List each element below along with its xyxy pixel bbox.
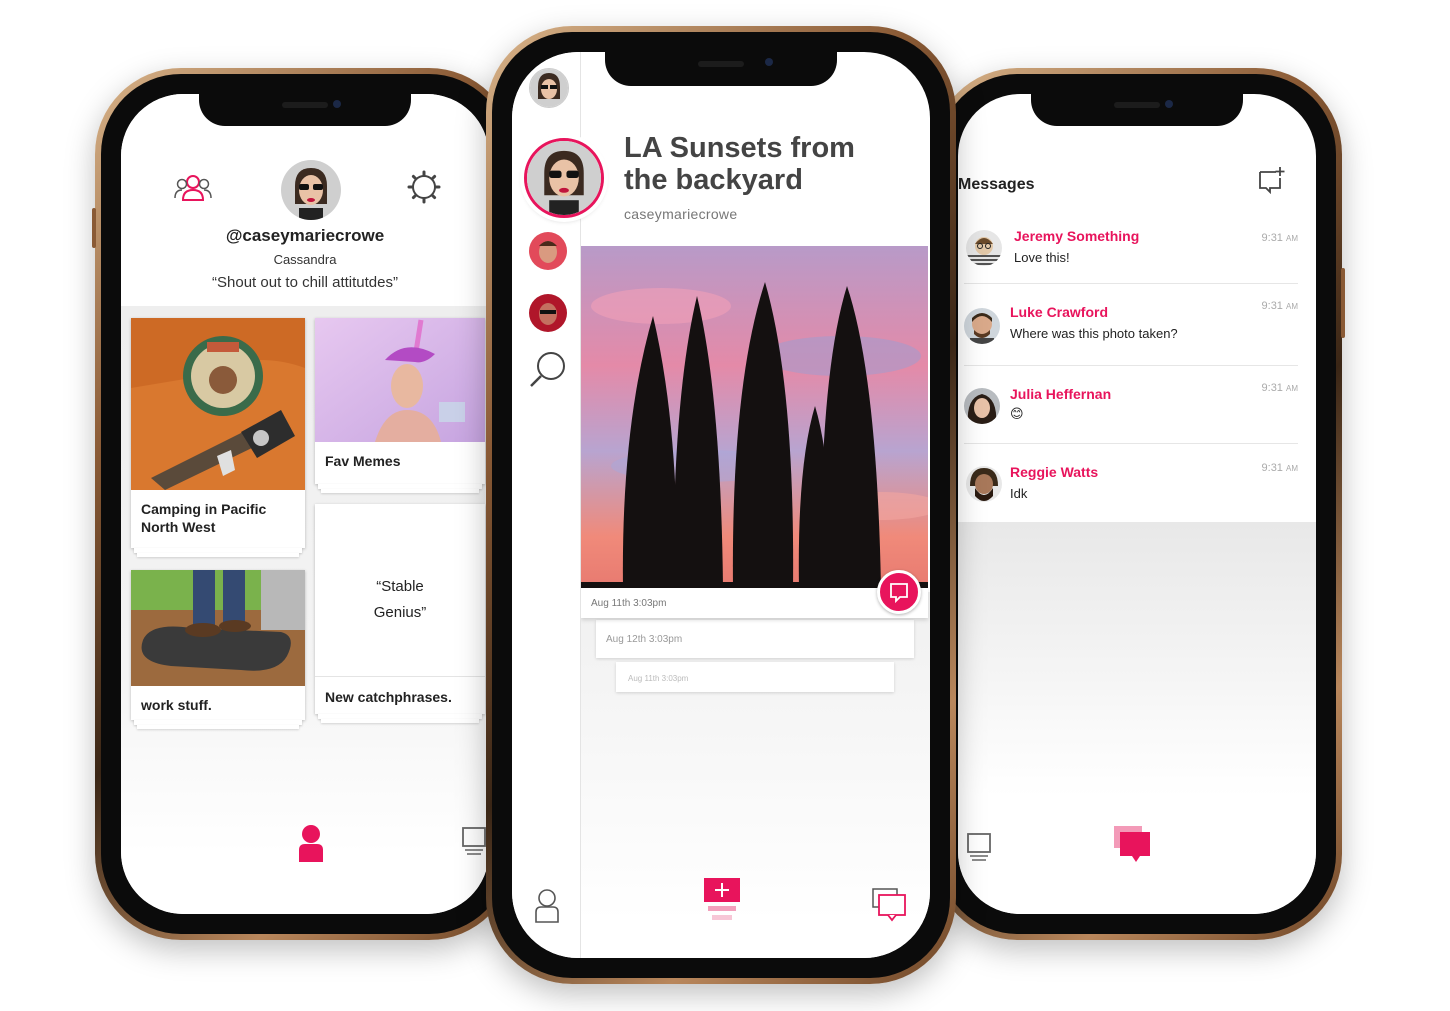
message-row[interactable]: Julia Heffernan 😊 9:31 AM <box>958 366 1298 444</box>
phone-feed: LA Sunsets from the backyard caseymariec… <box>486 26 956 984</box>
avatar <box>964 388 1000 424</box>
friends-rail <box>512 52 604 958</box>
feed-tab-icon[interactable] <box>966 832 992 862</box>
message-time: 9:31 AM <box>1261 382 1298 394</box>
profile-bio: “Shout out to chill attitutdes” <box>212 274 398 291</box>
messages-title: Messages <box>958 176 1035 193</box>
avatar[interactable] <box>529 68 569 108</box>
collections-grid: Camping in Pacific North West Fav Memes <box>121 306 489 914</box>
phone-profile: @caseymariecrowe Cassandra “Shout out to… <box>92 68 515 940</box>
search-icon[interactable] <box>528 350 568 390</box>
sender-name: Jeremy Something <box>1014 228 1140 244</box>
notch <box>1031 94 1243 126</box>
comment-icon <box>890 583 908 604</box>
bezel: Messages Jeremy Something Love this! 9:3… <box>938 74 1336 934</box>
message-preview: 😊 <box>1010 406 1024 421</box>
post-photo[interactable] <box>581 246 928 588</box>
sender-name: Luke Crawford <box>1010 304 1109 320</box>
collection-title: New catchphrases. <box>325 689 452 705</box>
tab-bar <box>121 804 489 914</box>
post-footer: Aug 11th 3:03pm <box>581 588 928 618</box>
message-time: 9:31 AM <box>1261 462 1298 474</box>
collection-title: Camping in Pacific North West <box>141 501 267 535</box>
profile-name: Cassandra <box>273 252 337 267</box>
avatar <box>964 308 1000 344</box>
message-preview: Where was this photo taken? <box>1010 326 1178 341</box>
avatar[interactable] <box>281 160 341 220</box>
stacked-post[interactable]: Aug 11th 3:03pm <box>616 662 894 692</box>
comment-button[interactable] <box>877 570 921 614</box>
post-author[interactable]: caseymariecrowe <box>624 206 737 222</box>
message-time: 9:31 AM <box>1261 300 1298 312</box>
collection-card[interactable]: work stuff. <box>131 570 305 729</box>
message-row[interactable]: Luke Crawford Where was this photo taken… <box>958 284 1298 366</box>
collection-card[interactable]: Camping in Pacific North West <box>131 318 305 557</box>
notch <box>199 94 411 126</box>
post-title: LA Sunsets from the backyard <box>624 132 855 196</box>
avatar[interactable] <box>529 232 567 270</box>
message-row[interactable]: Reggie Watts Idk 9:31 AM <box>958 444 1298 522</box>
message-time: 9:31 AM <box>1261 232 1298 244</box>
avatar <box>966 466 1002 502</box>
avatar[interactable] <box>529 294 567 332</box>
profile-screen: @caseymariecrowe Cassandra “Shout out to… <box>121 94 489 914</box>
message-preview: Idk <box>1010 486 1028 501</box>
notch <box>605 52 837 86</box>
post-timestamp: Aug 11th 3:03pm <box>628 674 689 683</box>
collection-quote: “Stable Genius” <box>373 578 427 621</box>
side-button <box>1341 268 1345 338</box>
collection-title: work stuff. <box>141 697 212 713</box>
sender-name: Reggie Watts <box>1010 464 1099 480</box>
collection-card[interactable]: Fav Memes <box>315 318 485 493</box>
collection-thumbnail <box>131 318 305 490</box>
message-row[interactable]: Jeremy Something Love this! 9:31 AM <box>958 212 1298 284</box>
side-button <box>92 208 96 248</box>
feed-screen: LA Sunsets from the backyard caseymariec… <box>512 52 930 958</box>
collection-thumbnail <box>315 318 485 442</box>
profile-tab-icon[interactable] <box>297 824 325 862</box>
gear-icon[interactable] <box>407 170 441 204</box>
collection-title: Fav Memes <box>325 453 401 469</box>
messages-footer <box>958 522 1316 914</box>
sender-name: Julia Heffernan <box>1010 386 1112 402</box>
feed-tab-icon[interactable] <box>461 826 487 856</box>
avatar-selected[interactable] <box>524 138 604 218</box>
people-icon[interactable] <box>173 172 213 202</box>
post-timestamp: Aug 11th 3:03pm <box>591 598 667 609</box>
messages-screen: Messages Jeremy Something Love this! 9:3… <box>958 94 1316 914</box>
profile-handle: @caseymariecrowe <box>225 226 385 245</box>
message-preview: Love this! <box>1014 250 1070 265</box>
messages-tab-icon[interactable] <box>872 888 908 922</box>
collection-thumbnail <box>131 570 305 686</box>
collection-card[interactable]: “Stable Genius” New catchphrases. <box>315 504 485 723</box>
profile-tab-icon[interactable] <box>534 888 560 924</box>
message-list: Jeremy Something Love this! 9:31 AM Luke… <box>958 212 1316 522</box>
phone-messages: Messages Jeremy Something Love this! 9:3… <box>932 68 1345 940</box>
messages-tab-icon[interactable] <box>1114 826 1154 864</box>
avatar <box>966 230 1002 266</box>
bezel: LA Sunsets from the backyard caseymariec… <box>492 32 950 978</box>
post-timestamp: Aug 12th 3:03pm <box>606 634 683 645</box>
create-post-button[interactable] <box>702 878 742 924</box>
stacked-post[interactable]: Aug 12th 3:03pm <box>596 620 914 658</box>
bezel: @caseymariecrowe Cassandra “Shout out to… <box>101 74 509 934</box>
new-message-icon[interactable] <box>1258 166 1286 194</box>
